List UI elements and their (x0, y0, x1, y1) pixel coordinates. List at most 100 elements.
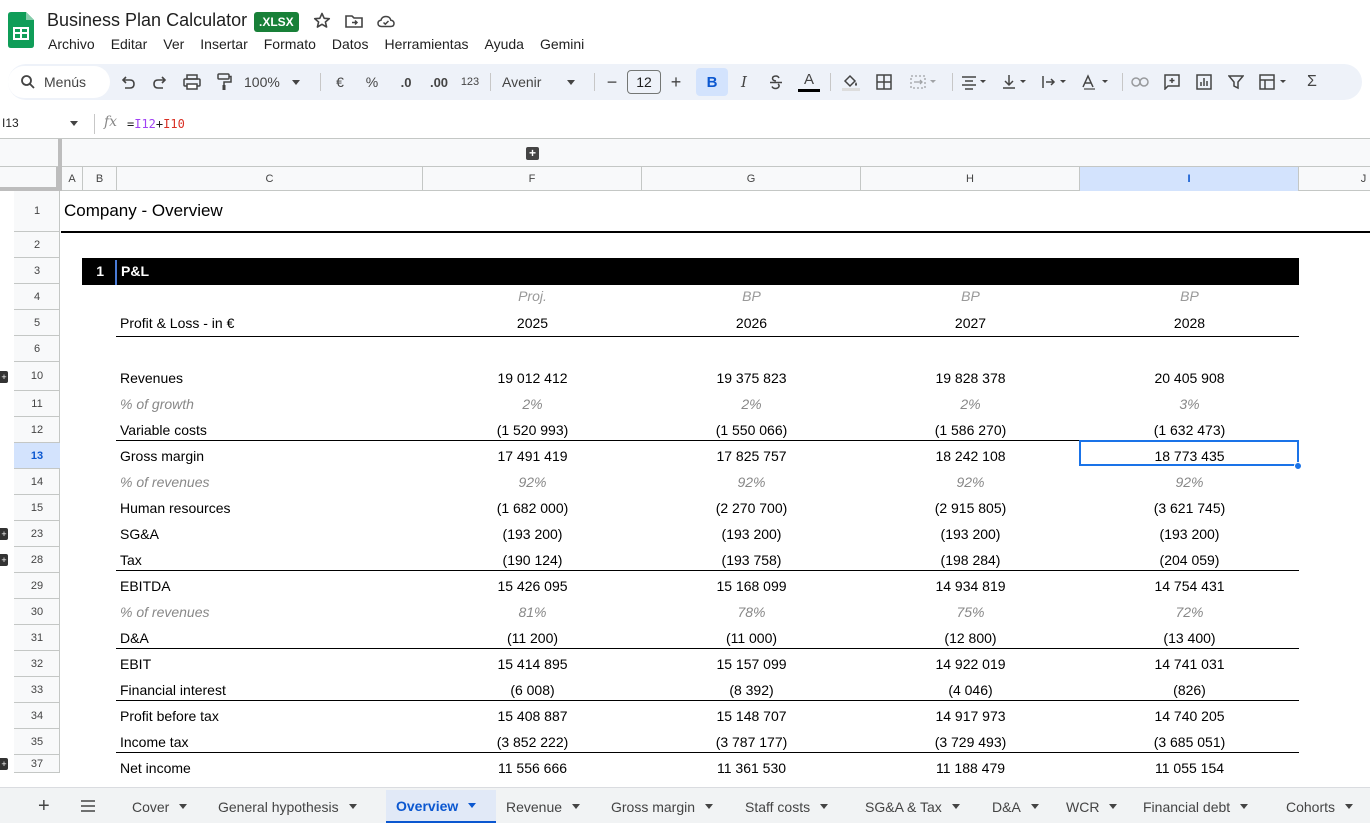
all-sheets-menu-icon[interactable] (80, 800, 96, 812)
pl-cell[interactable]: (193 200) (423, 526, 642, 542)
chevron-down-icon[interactable] (70, 121, 78, 126)
pl-cell[interactable]: (3 685 051) (1080, 734, 1299, 750)
sheets-logo-icon[interactable] (8, 12, 34, 48)
pl-cell[interactable]: 20 405 908 (1080, 370, 1299, 386)
pl-row-label[interactable]: Profit before tax (120, 708, 219, 724)
decrease-font-size-button[interactable]: − (602, 64, 622, 100)
filter-icon[interactable] (1224, 64, 1248, 100)
pl-row-label[interactable]: Net income (120, 760, 191, 776)
year-header[interactable]: 2026 (642, 315, 861, 331)
pl-row-label[interactable]: SG&A (120, 526, 159, 542)
pl-row-label[interactable]: Tax (120, 552, 142, 568)
name-box[interactable]: I13 (2, 116, 19, 130)
pl-row-label[interactable]: Financial interest (120, 682, 226, 698)
pl-cell[interactable]: 81% (423, 604, 642, 620)
row-header[interactable]: 13 (14, 443, 60, 469)
chevron-down-icon[interactable] (1030, 804, 1039, 809)
chevron-down-icon[interactable] (1109, 804, 1118, 809)
column-header-a[interactable]: A (62, 167, 83, 191)
expand-row-group-icon[interactable]: + (0, 758, 8, 770)
row-header[interactable]: 35 (14, 729, 60, 755)
print-icon[interactable] (180, 64, 204, 100)
sheet-tab[interactable]: Staff costs (735, 790, 855, 823)
pl-cell[interactable]: (190 124) (423, 552, 642, 568)
pl-cell[interactable]: 14 934 819 (861, 578, 1080, 594)
row-header[interactable]: 31 (14, 625, 60, 651)
borders-icon[interactable] (872, 64, 896, 100)
pl-cell[interactable]: 19 012 412 (423, 370, 642, 386)
sheet-tab[interactable]: Cohorts (1276, 790, 1370, 823)
pl-row-label[interactable]: Gross margin (120, 448, 204, 464)
row-header[interactable]: 10 (14, 362, 60, 391)
menu-ayuda[interactable]: Ayuda (484, 35, 523, 53)
pl-cell[interactable]: 92% (642, 474, 861, 490)
year-header[interactable]: 2027 (861, 315, 1080, 331)
sheet-tab[interactable]: Gross margin (601, 790, 735, 823)
menu-datos[interactable]: Datos (332, 35, 369, 53)
period-type-label[interactable]: BP (1080, 288, 1299, 304)
row-header[interactable]: 28 (14, 547, 60, 573)
document-title[interactable]: Business Plan Calculator (47, 10, 247, 31)
period-type-label[interactable]: BP (861, 288, 1080, 304)
row-header[interactable]: 29 (14, 573, 60, 599)
pl-cell[interactable]: 15 148 707 (642, 708, 861, 724)
row-header[interactable]: 34 (14, 703, 60, 729)
pl-cell[interactable]: (3 621 745) (1080, 500, 1299, 516)
row-header[interactable]: 2 (14, 232, 60, 258)
row-header[interactable]: 1 (14, 191, 60, 232)
pl-cell[interactable]: (3 729 493) (861, 734, 1080, 750)
pl-cell[interactable]: 11 361 530 (642, 760, 861, 776)
row-header[interactable]: 33 (14, 677, 60, 703)
pl-cell[interactable]: 15 168 099 (642, 578, 861, 594)
chevron-down-icon[interactable] (1345, 804, 1354, 809)
column-header-j[interactable]: J (1299, 167, 1370, 191)
pl-cell[interactable]: 11 188 479 (861, 760, 1080, 776)
increase-font-size-button[interactable]: + (666, 64, 686, 100)
pl-cell[interactable]: (6 008) (423, 682, 642, 698)
pl-cell[interactable]: (193 200) (1080, 526, 1299, 542)
pl-cell[interactable]: 92% (423, 474, 642, 490)
pl-cell[interactable]: 14 740 205 (1080, 708, 1299, 724)
undo-icon[interactable] (116, 64, 140, 100)
pl-cell[interactable]: 75% (861, 604, 1080, 620)
pl-row-label[interactable]: % of growth (120, 396, 194, 412)
chevron-down-icon[interactable] (179, 804, 188, 809)
merge-cells-icon[interactable] (904, 64, 944, 100)
strikethrough-icon[interactable] (764, 64, 788, 100)
menu-insertar[interactable]: Insertar (200, 35, 247, 53)
pl-row-label[interactable]: EBIT (120, 656, 151, 672)
percent-format-button[interactable]: % (360, 64, 384, 100)
number-format-button[interactable]: 123 (458, 64, 482, 100)
font-family-select[interactable]: Avenir (502, 64, 586, 100)
menu-herramientas[interactable]: Herramientas (384, 35, 468, 53)
pl-cell[interactable]: (198 284) (861, 552, 1080, 568)
star-icon[interactable] (312, 11, 332, 31)
italic-button[interactable]: I (732, 64, 756, 100)
pl-cell[interactable]: (3 852 222) (423, 734, 642, 750)
sheet-tab[interactable]: Financial debt (1133, 790, 1276, 823)
pl-row-label[interactable]: D&A (120, 630, 149, 646)
pl-cell[interactable]: 17 491 419 (423, 448, 642, 464)
table-label[interactable]: Profit & Loss - in € (120, 315, 234, 331)
sheet-tab[interactable]: WCR (1056, 790, 1133, 823)
pl-cell[interactable]: (193 200) (642, 526, 861, 542)
column-header-i[interactable]: I (1080, 167, 1299, 191)
insert-comment-icon[interactable] (1160, 64, 1184, 100)
section-header[interactable] (82, 258, 1299, 285)
row-header[interactable]: 14 (14, 469, 60, 495)
pl-cell[interactable]: 72% (1080, 604, 1299, 620)
pl-row-label[interactable]: Variable costs (120, 422, 207, 438)
column-header-h[interactable]: H (861, 167, 1080, 191)
pl-cell[interactable]: 14 922 019 (861, 656, 1080, 672)
column-header-g[interactable]: G (642, 167, 861, 191)
pl-cell[interactable]: 15 426 095 (423, 578, 642, 594)
pl-cell[interactable]: 2% (642, 396, 861, 412)
pl-cell[interactable]: (1 682 000) (423, 500, 642, 516)
increase-decimal-button[interactable]: .00 (424, 64, 454, 100)
chevron-down-icon[interactable] (820, 804, 829, 809)
row-header[interactable]: 23 (14, 521, 60, 547)
row-header[interactable]: 11 (14, 391, 60, 417)
menu-editar[interactable]: Editar (111, 35, 148, 53)
menu-formato[interactable]: Formato (264, 35, 316, 53)
column-header-f[interactable]: F (423, 167, 642, 191)
